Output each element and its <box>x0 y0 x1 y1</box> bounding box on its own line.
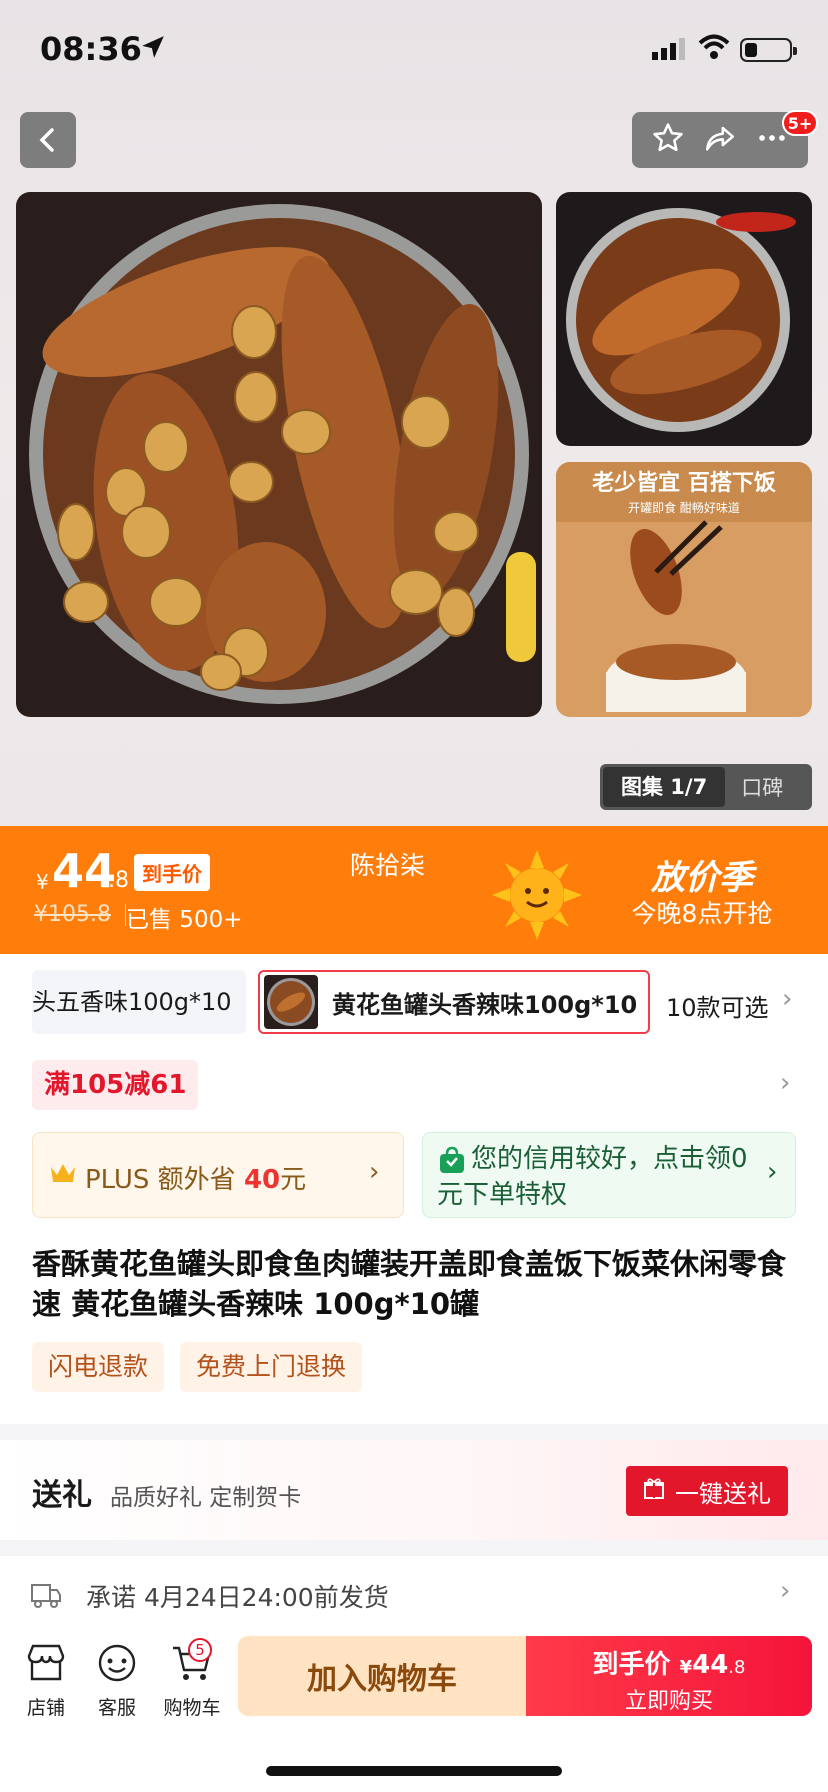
service-tag[interactable]: 闪电退款 <box>32 1342 165 1392</box>
variant-label: 黄花鱼罐头香辣味100g*10 <box>332 990 638 1019</box>
section-divider <box>0 1424 828 1440</box>
credit-card[interactable]: 您的信用较好，点击领0元下单特权 › <box>422 1132 796 1218</box>
share-icon[interactable] <box>703 121 737 159</box>
shipping-row[interactable]: 承诺 4月24日24:00前发货 › <box>0 1566 828 1626</box>
truck-icon <box>30 1580 62 1614</box>
promo-title[interactable]: 放价季 <box>600 850 804 899</box>
service-tags: 闪电退款 免费上门退换 <box>32 1342 363 1392</box>
status-time: 08:36 <box>40 30 142 68</box>
gift-title: 送礼 <box>32 1478 92 1513</box>
product-gallery-area: 08:36 5+ 老少皆宜 百搭下饭 开罐即食 酣畅好味道 图集 1/7 口碑 <box>0 0 828 826</box>
credit-text: 您的信用较好，点击领0元下单特权 <box>437 1144 748 1210</box>
shipping-text: 承诺 4月24日24:00前发货 <box>86 1583 389 1612</box>
back-button[interactable] <box>20 112 76 168</box>
promo-subtitle: 今晚8点开抢 <box>631 899 773 928</box>
price-decimal: .8 <box>108 868 129 893</box>
battery-icon <box>740 38 797 62</box>
gift-subtitle: 品质好礼 定制贺卡 <box>110 1485 302 1511</box>
home-indicator <box>266 1766 562 1776</box>
crown-icon <box>49 1161 77 1189</box>
variant-chip-selected[interactable]: 黄花鱼罐头香辣味100g*10 <box>258 970 650 1034</box>
svg-text:开罐即食 酣畅好味道: 开罐即食 酣畅好味道 <box>628 500 740 515</box>
chevron-left-icon <box>39 128 54 152</box>
wifi-icon <box>698 34 730 64</box>
status-bar: 08:36 <box>0 0 828 100</box>
thumbnail-image-1[interactable] <box>556 192 812 446</box>
chevron-right-icon: › <box>369 1157 380 1187</box>
signal-icon <box>652 38 688 64</box>
sold-count: 已售 500+ <box>126 907 243 933</box>
service-label: 客服 <box>97 1697 136 1719</box>
chevron-right-icon: › <box>767 1157 778 1187</box>
variant-selector: 头五香味100g*10 黄花鱼罐头香辣味100g*10 10款可选 › <box>0 970 828 1036</box>
thumbnail-image-2[interactable]: 老少皆宜 百搭下饭 开罐即食 酣畅好味道 <box>556 462 812 717</box>
original-price: ¥105.8 <box>34 902 111 927</box>
main-product-image[interactable] <box>16 192 542 717</box>
tab-gallery[interactable]: 图集 1/7 <box>603 767 726 807</box>
notification-badge: 5+ <box>782 110 818 136</box>
customer-service-button[interactable]: 客服 <box>87 1644 147 1720</box>
variant-chip[interactable]: 头五香味100g*10 <box>32 970 246 1034</box>
buy-now-label: 立即购买 <box>624 1689 713 1714</box>
gallery-tabs: 图集 1/7 口碑 <box>600 764 812 810</box>
chevron-right-icon: › <box>780 1576 791 1606</box>
buy-now-button[interactable]: 到手价 ¥44.8 立即购买 <box>526 1636 812 1716</box>
variant-count[interactable]: 10款可选 <box>666 988 769 1023</box>
store-button[interactable]: 店铺 <box>16 1644 76 1720</box>
cart-count-badge: 5 <box>188 1638 212 1662</box>
favorite-star-icon[interactable] <box>651 121 685 159</box>
section-divider <box>0 1540 828 1556</box>
tab-reviews[interactable]: 口碑 <box>725 772 799 802</box>
store-label: 店铺 <box>26 1697 65 1719</box>
gift-icon <box>643 1477 665 1505</box>
variant-thumbnail <box>264 975 318 1029</box>
chevron-right-icon: › <box>782 984 793 1014</box>
product-title: 香酥黄花鱼罐头即食鱼肉罐装开盖即食盖饭下饭菜休闲零食速 黄花鱼罐头香辣味 100… <box>32 1247 787 1321</box>
cart-label: 购物车 <box>163 1697 221 1719</box>
service-tag[interactable]: 免费上门退换 <box>180 1342 363 1392</box>
chevron-right-icon[interactable]: › <box>780 1068 790 1098</box>
gift-section: 送礼 品质好礼 定制贺卡 一键送礼 <box>0 1440 828 1540</box>
add-to-cart-button[interactable]: 加入购物车 <box>238 1636 526 1716</box>
plus-savings-card[interactable]: PLUS 额外省 40元 › <box>32 1132 404 1218</box>
price-currency: ¥ <box>36 870 49 894</box>
buy-price: 到手价 ¥44.8 <box>592 1650 746 1680</box>
sun-mascot-icon <box>492 850 582 944</box>
svg-text:老少皆宜 百搭下饭: 老少皆宜 百搭下饭 <box>591 470 776 496</box>
customer-service-icon <box>98 1644 136 1682</box>
plus-savings-text: PLUS 额外省 40元 <box>85 1165 307 1195</box>
shop-name[interactable]: 陈拾柒 <box>350 846 425 882</box>
price-integer: 44 <box>52 844 117 898</box>
store-icon <box>27 1644 65 1681</box>
final-price-tag: 到手价 <box>134 854 210 891</box>
coupon-badge[interactable]: 满105减61 <box>32 1060 199 1110</box>
location-arrow-icon <box>140 34 166 64</box>
send-gift-button[interactable]: 一键送礼 <box>626 1466 788 1516</box>
send-gift-label: 一键送礼 <box>675 1479 771 1508</box>
